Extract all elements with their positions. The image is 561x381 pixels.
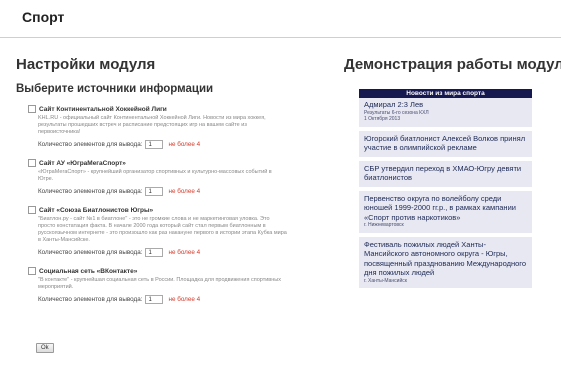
- news-widget: Новости из мира спорта Адмирал 2:3 Лев Р…: [359, 89, 532, 292]
- count-label: Количество элементов для вывода:: [38, 188, 143, 195]
- news-meta: г. Нижневартовск: [364, 222, 404, 228]
- news-meta: г. Ханты-Мансийск: [364, 277, 407, 284]
- count-row: Количество элементов для вывода: 1 не бо…: [38, 295, 316, 304]
- source-yugramegasport: Сайт АУ «ЮграМегаСпорт» «ЮграМегаСпорт» …: [28, 159, 316, 196]
- demo-panel: Демонстрация работы модуля: [344, 56, 561, 73]
- news-date: 1 Октября 2013: [364, 116, 401, 122]
- count-label: Количество элементов для вывода:: [38, 141, 143, 148]
- news-item[interactable]: Югорский биатлонист Алексей Волков приня…: [359, 130, 532, 161]
- source-description: «ЮграМегаСпорт» - крупнейший организатор…: [38, 169, 272, 182]
- top-bar: Спорт: [0, 0, 561, 38]
- source-name: Сайт Континентальной Хоккейной Лиги: [39, 105, 167, 113]
- source-header: Социальная сеть «ВКонтакте»: [28, 267, 316, 275]
- news-title: Первенство округа по волейболу среди юно…: [364, 193, 516, 222]
- count-input[interactable]: 1: [145, 295, 164, 304]
- source-header: Сайт АУ «ЮграМегаСпорт»: [28, 159, 316, 167]
- widget-title: Новости из мира спорта: [359, 89, 532, 98]
- count-input[interactable]: 1: [145, 140, 164, 149]
- news-title: Югорский биатлонист Алексей Волков приня…: [364, 133, 526, 153]
- news-title: Фестиваль пожилых людей Ханты-Мансийског…: [364, 239, 527, 278]
- count-label: Количество элементов для вывода:: [38, 249, 143, 256]
- settings-panel: Настройки модуля Выберите источники инфо…: [16, 56, 316, 304]
- source-header: Сайт Континентальной Хоккейной Лиги: [28, 105, 316, 113]
- news-title: СБР утвердил переход в ХМАО-Югру девяти …: [364, 163, 522, 183]
- count-row: Количество элементов для вывода: 1 не бо…: [38, 187, 316, 196]
- news-item[interactable]: Фестиваль пожилых людей Ханты-Мансийског…: [359, 236, 532, 292]
- page-title: Спорт: [22, 9, 65, 25]
- source-name: Социальная сеть «ВКонтакте»: [39, 267, 138, 275]
- source-description: "Биатлон.ру - сайт №1 в биатлоне" - это …: [38, 216, 287, 243]
- sources-subheading: Выберите источники информации: [16, 83, 214, 95]
- news-title: Адмирал 2:3 Лев: [364, 100, 424, 109]
- source-biathlon: Сайт «Союза Биатлонистов Югры» "Биатлон.…: [28, 206, 316, 257]
- count-input[interactable]: 1: [145, 187, 164, 196]
- source-checkbox[interactable]: [28, 159, 36, 167]
- news-item[interactable]: Адмирал 2:3 Лев Результаты 6-го сезона К…: [359, 98, 532, 131]
- source-name: Сайт АУ «ЮграМегаСпорт»: [39, 159, 126, 167]
- source-name: Сайт «Союза Биатлонистов Югры»: [39, 206, 154, 214]
- count-row: Количество элементов для вывода: 1 не бо…: [38, 140, 316, 149]
- news-item[interactable]: Первенство округа по волейболу среди юно…: [359, 190, 532, 237]
- count-label: Количество элементов для вывода:: [38, 296, 143, 303]
- demo-heading: Демонстрация работы модуля: [344, 56, 561, 73]
- source-description: KHL.RU - официальный сайт Континентально…: [38, 115, 266, 135]
- count-note: не более 4: [168, 188, 201, 195]
- count-row: Количество элементов для вывода: 1 не бо…: [38, 248, 316, 257]
- source-khl: Сайт Континентальной Хоккейной Лиги KHL.…: [28, 105, 316, 149]
- news-item[interactable]: СБР утвердил переход в ХМАО-Югру девяти …: [359, 160, 532, 191]
- source-vkontakte: Социальная сеть «ВКонтакте» "В контакте"…: [28, 267, 316, 304]
- count-note: не более 4: [168, 249, 201, 256]
- count-note: не более 4: [168, 141, 201, 148]
- ok-button[interactable]: Ok: [36, 343, 54, 353]
- source-checkbox[interactable]: [28, 105, 36, 113]
- settings-heading: Настройки модуля: [16, 56, 156, 73]
- count-input[interactable]: 1: [145, 248, 164, 257]
- source-header: Сайт «Союза Биатлонистов Югры»: [28, 206, 316, 214]
- source-checkbox[interactable]: [28, 206, 36, 214]
- count-note: не более 4: [168, 296, 201, 303]
- source-checkbox[interactable]: [28, 267, 36, 275]
- source-description: "В контакте" - крупнейшая социальная сет…: [38, 277, 281, 290]
